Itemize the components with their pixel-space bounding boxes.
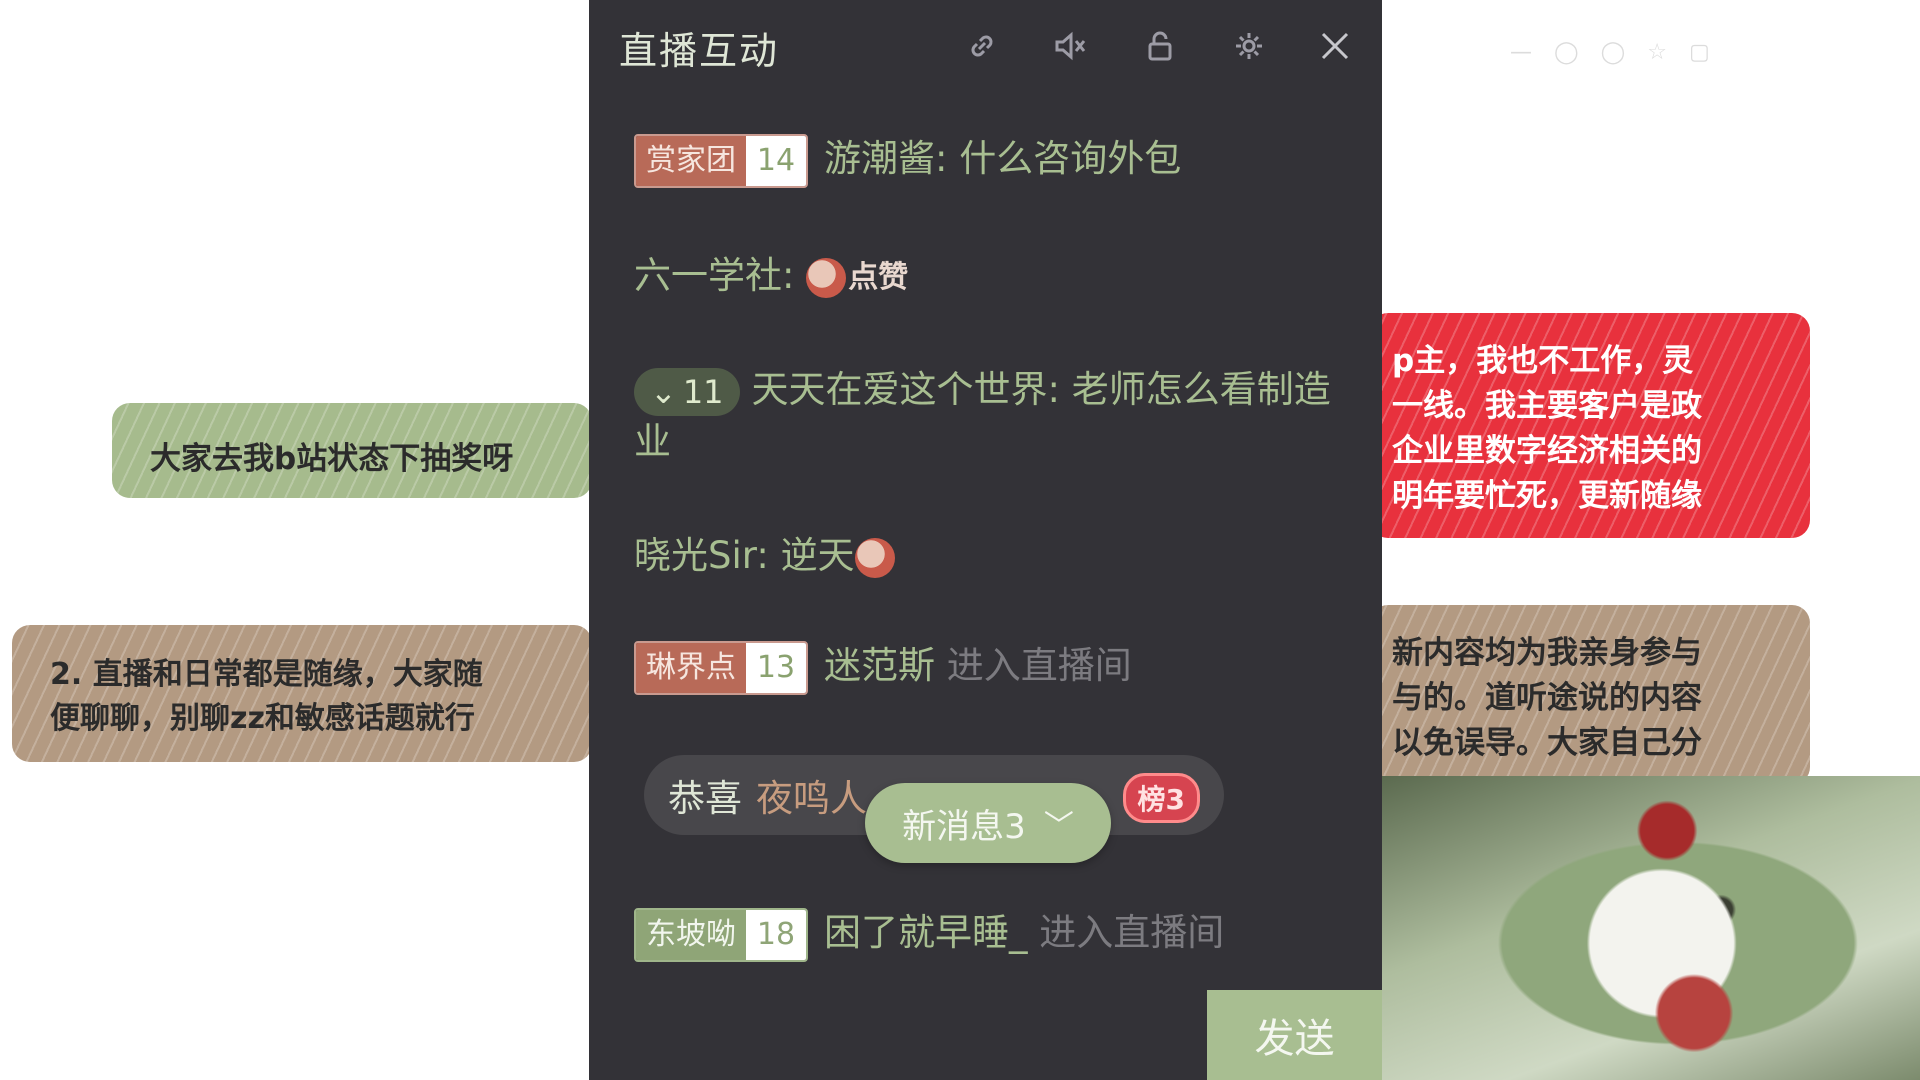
gift-congrats: 恭喜	[668, 777, 742, 820]
emoji-icon	[854, 537, 897, 578]
rank-badge: 榜3	[1122, 773, 1200, 823]
badge-level: 13	[746, 642, 806, 693]
link-icon[interactable]	[964, 28, 1000, 64]
badge-name: 东坡呦	[636, 909, 746, 960]
enter-notice: 进入直播间	[946, 644, 1132, 687]
badge-level: 14	[746, 135, 806, 186]
minimize-icon: —	[1510, 40, 1532, 65]
user-icon: ◯	[1554, 40, 1579, 65]
chat-message: 六一学社: 点赞	[634, 250, 1334, 304]
gear-icon[interactable]	[1231, 28, 1267, 64]
close-icon[interactable]	[1317, 28, 1353, 64]
fan-badge[interactable]: 东坡呦 18	[634, 907, 808, 962]
about-note: p主，我也不工作，灵 一线。我主要客户是政 企业里数字经济相关的 明年要忙死，更…	[1370, 313, 1810, 538]
enter-notice: 进入直播间	[1039, 911, 1225, 954]
content-note-line: 新内容均为我亲身参与	[1392, 635, 1702, 671]
emote-face-icon	[806, 257, 847, 298]
chat-message: 赏家团 14 游潮酱: 什么咨询外包	[634, 133, 1334, 188]
about-note-line: p主，我也不工作，灵	[1392, 343, 1694, 379]
chat-rules-note: 2. 直播和日常都是随缘，大家随 便聊聊，别聊zz和敏感话题就行	[12, 625, 592, 762]
chat-username[interactable]: 迷范斯	[824, 644, 935, 687]
chat-username[interactable]: 游潮酱	[824, 137, 935, 180]
chevron-down-icon: ⌄	[650, 372, 677, 411]
chat-text: 什么咨询外包	[959, 137, 1182, 180]
user-icon: ◯	[1600, 40, 1626, 65]
content-note: 新内容均为我亲身参与 与的。道听途说的内容 以免误导。大家自己分	[1370, 605, 1810, 785]
send-button[interactable]: 发送	[1207, 990, 1382, 1080]
chevron-down-icon: ﹀	[1043, 809, 1074, 844]
badge-name: 赏家团	[636, 135, 746, 186]
stream-canvas: 大家去我b站状态下抽奖呀 2. 直播和日常都是随缘，大家随 便聊聊，别聊zz和敏…	[0, 0, 1920, 1080]
webcam-preview	[1382, 776, 1920, 1080]
like-emote: 点赞	[806, 252, 908, 304]
chat-username[interactable]: 晓光Sir	[634, 534, 756, 577]
panel-title: 直播互动	[619, 29, 780, 73]
about-note-line: 企业里数字经济相关的	[1392, 433, 1702, 469]
lottery-note-text: 大家去我b站状态下抽奖呀	[150, 441, 514, 477]
new-messages-button[interactable]: 新消息3 ﹀	[865, 783, 1111, 863]
star-icon: ☆	[1647, 40, 1667, 65]
background-toolbar: — ◯ ◯ ☆ ▢	[1510, 40, 1710, 65]
chat-rules-line: 2. 直播和日常都是随缘，大家随	[50, 657, 483, 692]
content-note-line: 以免误导。大家自己分	[1392, 725, 1702, 761]
chat-message: 东坡呦 18 困了就早睡_ 进入直播间	[634, 907, 1334, 962]
badge-level: 18	[746, 909, 806, 960]
content-note-line: 与的。道听途说的内容	[1392, 680, 1702, 716]
chat-username[interactable]: 困了就早睡_	[824, 911, 1028, 954]
badge-name: 琳界点	[636, 642, 746, 693]
mute-icon[interactable]	[1052, 28, 1088, 64]
live-interaction-panel: 直播互动 赏家团 14 游潮酱: 什么咨询外包 六一学社: 点赞 ⌄ 11 天天…	[589, 0, 1382, 1080]
lock-icon[interactable]	[1142, 28, 1178, 64]
about-note-line: 明年要忙死，更新随缘	[1392, 478, 1702, 514]
chat-text: 逆天	[780, 534, 855, 577]
fan-badge[interactable]: 赏家团 14	[634, 133, 808, 188]
chat-username[interactable]: 天天在爱这个世界	[752, 368, 1048, 411]
new-messages-label: 新消息3	[902, 806, 1026, 847]
chat-message: 晓光Sir: 逆天	[634, 530, 1334, 582]
chat-message: ⌄ 11 天天在爱这个世界: 老师怎么看制造业	[634, 364, 1334, 468]
gift-username[interactable]: 夜鸣人	[756, 768, 867, 822]
chat-rules-line: 便聊聊，别聊zz和敏感话题就行	[50, 701, 475, 736]
chat-message: 琳界点 13 迷范斯 进入直播间	[634, 640, 1334, 695]
lottery-note: 大家去我b站状态下抽奖呀	[112, 403, 592, 498]
chat-username[interactable]: 六一学社	[634, 254, 782, 297]
about-note-line: 一线。我主要客户是政	[1392, 388, 1702, 424]
window-icon: ▢	[1688, 40, 1710, 65]
rank-pill: ⌄ 11	[634, 367, 740, 416]
fan-badge[interactable]: 琳界点 13	[634, 640, 808, 695]
